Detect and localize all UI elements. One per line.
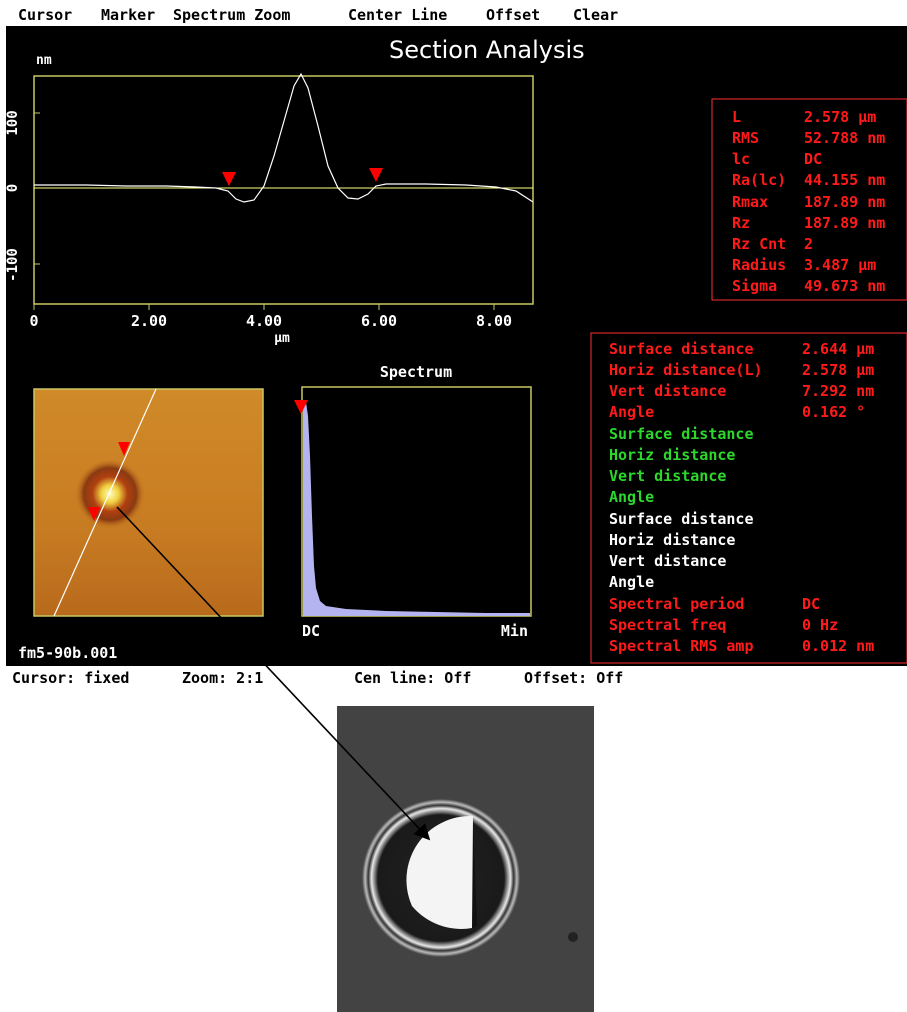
measure-value: 7.292 nm bbox=[802, 382, 875, 400]
menu-spectrum-zoom[interactable]: Spectrum Zoom bbox=[173, 6, 290, 24]
measure-label: Spectral RMS amp bbox=[609, 637, 754, 655]
stat-value: 2.578 μm bbox=[804, 108, 877, 126]
measure-label: Surface distance bbox=[609, 425, 754, 443]
measure-value: 2.578 μm bbox=[802, 361, 875, 379]
menu-offset[interactable]: Offset bbox=[486, 6, 540, 24]
stat-label: Radius bbox=[732, 256, 787, 274]
measure-label: Surface distance bbox=[609, 340, 754, 358]
stat-value: 49.673 nm bbox=[804, 277, 886, 295]
x-unit-label: μm bbox=[274, 331, 290, 346]
status-zoom: Zoom: 2:1 bbox=[182, 669, 264, 687]
status-bar: Cursor: fixed Zoom: 2:1 Cen line: Off Of… bbox=[0, 666, 907, 692]
stat-label: Sigma bbox=[732, 277, 778, 295]
stat-label: lc bbox=[732, 150, 751, 168]
status-offset: Offset: Off bbox=[524, 669, 624, 687]
measure-value: 2.644 μm bbox=[802, 340, 875, 358]
measure-label: Horiz distance bbox=[609, 446, 736, 464]
measure-label: Vert distance bbox=[609, 552, 727, 570]
measure-label: Horiz distance(L) bbox=[609, 361, 763, 379]
spectrum-frame bbox=[301, 386, 532, 617]
measure-label: Angle bbox=[609, 403, 655, 421]
stat-value: DC bbox=[804, 150, 823, 168]
stat-label: Ra(lc) bbox=[732, 171, 787, 189]
filename-label: fm5-90b.001 bbox=[18, 644, 118, 662]
right-marker-icon[interactable] bbox=[369, 168, 383, 182]
x-tick-4: 4.00 bbox=[246, 312, 282, 330]
y-tick-neg100: -100 bbox=[6, 248, 21, 282]
spectrum-title: Spectrum bbox=[380, 363, 452, 381]
x-tick-8: 8.00 bbox=[476, 312, 512, 330]
stat-label: Rz bbox=[732, 214, 751, 232]
menu-marker[interactable]: Marker bbox=[101, 6, 155, 24]
profile-frame bbox=[33, 75, 534, 305]
stat-value: 2 bbox=[804, 235, 814, 253]
measure-value: 0 Hz bbox=[802, 616, 839, 634]
measure-label: Vert distance bbox=[609, 382, 727, 400]
measure-label: Spectral freq bbox=[609, 616, 727, 634]
measure-value: DC bbox=[802, 595, 821, 613]
spectrum-bars bbox=[303, 402, 530, 616]
menu-bar: Cursor Marker Spectrum Zoom Center Line … bbox=[0, 0, 907, 26]
y-tick-0: 0 bbox=[6, 184, 21, 192]
stat-label: L bbox=[732, 108, 742, 126]
afm-image[interactable] bbox=[33, 388, 264, 617]
measure-label: Angle bbox=[609, 573, 655, 591]
stat-label: Rz Cnt bbox=[732, 235, 787, 253]
measure-label: Horiz distance bbox=[609, 531, 736, 549]
measure-label: Angle bbox=[609, 488, 655, 506]
y-unit-label: nm bbox=[36, 53, 52, 68]
optical-micrograph bbox=[337, 706, 594, 1012]
stat-value: 3.487 μm bbox=[804, 256, 877, 274]
measure-label: Vert distance bbox=[609, 467, 727, 485]
menu-cursor[interactable]: Cursor bbox=[18, 6, 72, 24]
measure-label: Surface distance bbox=[609, 510, 754, 528]
stat-value: 52.788 nm bbox=[804, 129, 886, 147]
status-cenline: Cen line: Off bbox=[354, 669, 472, 687]
afm-dome bbox=[75, 459, 145, 529]
spectrum-x-left: DC bbox=[302, 622, 320, 640]
stat-value: 187.89 nm bbox=[804, 193, 886, 211]
left-marker-icon[interactable] bbox=[222, 172, 236, 186]
measure-value: 0.012 nm bbox=[802, 637, 875, 655]
measure-label: Spectral period bbox=[609, 595, 745, 613]
profile-plot[interactable]: nm 100 0 -100 0 2.00 4.00 6.00 8.00 μm S… bbox=[6, 26, 907, 666]
x-tick-2: 2.00 bbox=[131, 312, 167, 330]
menu-center-line[interactable]: Center Line bbox=[348, 6, 447, 24]
profile-trace bbox=[34, 72, 534, 203]
status-cursor: Cursor: fixed bbox=[12, 669, 130, 687]
analysis-window: Section Analysis nm 100 0 -100 0 2.00 4.… bbox=[6, 26, 907, 666]
spectrum-x-right: Min bbox=[501, 622, 528, 640]
stat-value: 44.155 nm bbox=[804, 171, 886, 189]
menu-clear[interactable]: Clear bbox=[573, 6, 618, 24]
x-tick-0: 0 bbox=[29, 312, 38, 330]
y-tick-100: 100 bbox=[6, 110, 21, 135]
stat-value: 187.89 nm bbox=[804, 214, 886, 232]
stat-label: RMS bbox=[732, 129, 760, 147]
x-tick-6: 6.00 bbox=[361, 312, 397, 330]
measure-value: 0.162 ° bbox=[802, 403, 866, 421]
stat-label: Rmax bbox=[732, 193, 769, 211]
